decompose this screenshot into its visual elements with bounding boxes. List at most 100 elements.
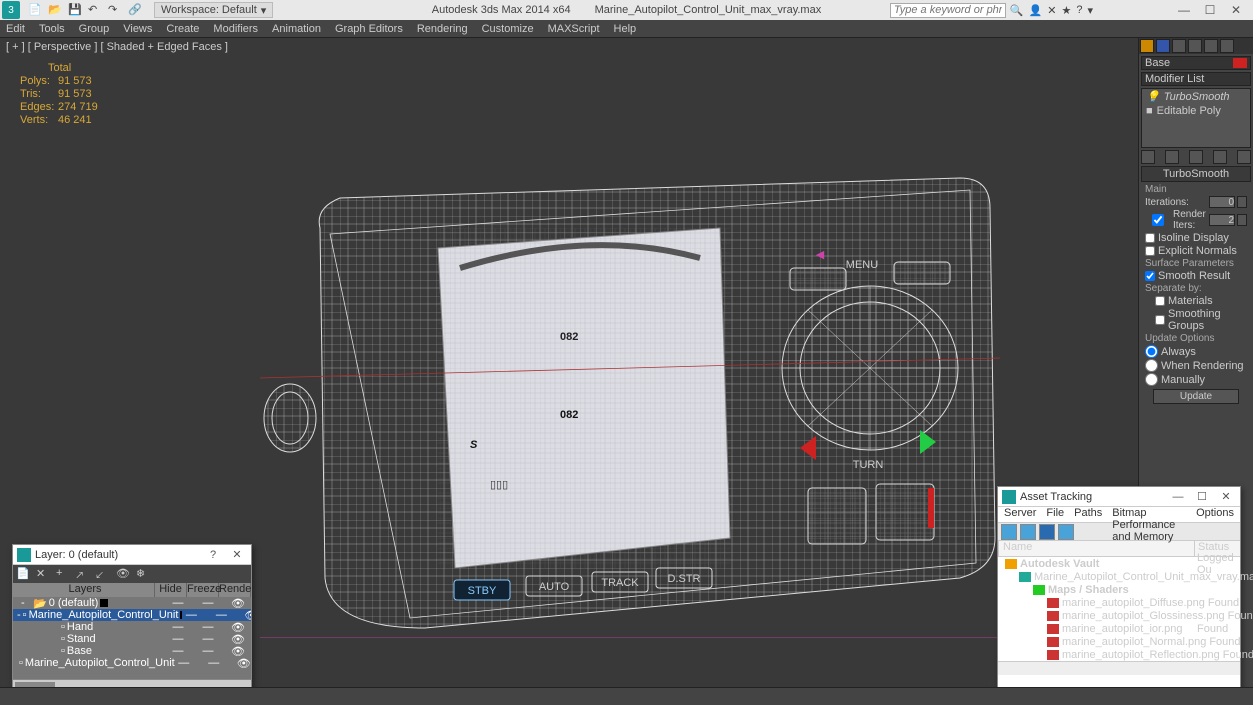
select-highlight-icon[interactable]: 🡕 [76,567,90,581]
pin-stack-icon[interactable] [1141,150,1155,164]
menu-views[interactable]: Views [123,23,152,35]
hide-unhide-icon[interactable]: 👁 [116,567,130,581]
isoline-check[interactable] [1145,233,1155,243]
close-button[interactable]: ✕ [1216,488,1236,506]
add-to-layer-icon[interactable]: + [56,567,70,581]
smoothing-groups-check[interactable] [1155,315,1165,325]
new-layer-icon[interactable]: 📄 [16,567,30,581]
layer-row[interactable]: ▫Stand——👁 [13,633,251,645]
qat-open-icon[interactable]: 📂 [48,3,62,17]
col-render[interactable]: Rende [219,583,251,597]
make-unique-icon[interactable] [1189,150,1203,164]
viewport-label[interactable]: [ + ] [ Perspective ] [ Shaded + Edged F… [6,41,228,53]
panel-help-button[interactable]: ? [203,546,223,564]
layer-row[interactable]: ▫Base——👁 [13,645,251,657]
col-freeze[interactable]: Freeze [187,583,219,597]
object-color-swatch[interactable] [1233,58,1247,68]
menu-group[interactable]: Group [79,23,110,35]
status-icon[interactable] [1020,524,1036,540]
table-view-icon[interactable] [1058,524,1074,540]
refresh-icon[interactable] [1001,524,1017,540]
menu-maxscript[interactable]: MAXScript [548,23,600,35]
asset-row[interactable]: Marine_Autopilot_Control_Unit_max_vray.m… [998,570,1240,583]
asset-row[interactable]: marine_autopilot_Diffuse.pngFound [998,596,1240,609]
menu-create[interactable]: Create [166,23,199,35]
update-button[interactable]: Update [1153,389,1239,404]
layer-row[interactable]: -▫Marine_Autopilot_Control_Unit——👁 [13,609,251,621]
tab-hierarchy[interactable] [1172,39,1186,53]
smooth-result-check[interactable] [1145,271,1155,281]
qat-save-icon[interactable]: 💾 [68,3,82,17]
show-end-result-icon[interactable] [1165,150,1179,164]
menu-animation[interactable]: Animation [272,23,321,35]
tab-motion[interactable] [1188,39,1202,53]
spinner-icon[interactable] [1237,196,1247,208]
qat-link-icon[interactable]: 🔗 [128,3,142,17]
asset-row[interactable]: marine_autopilot_ior.pngFound [998,622,1240,635]
menu-edit[interactable]: Edit [6,23,25,35]
delete-layer-icon[interactable]: ✕ [36,567,50,581]
layer-tree[interactable]: -📂0 (default)——👁-▫Marine_Autopilot_Contr… [13,597,251,679]
freeze-unfreeze-icon[interactable]: ❄ [136,567,150,581]
asset-row[interactable]: marine_autopilot_Normal.pngFound [998,635,1240,648]
signin-icon[interactable]: 👤 [1029,4,1043,17]
object-name-field[interactable]: Base [1141,56,1251,70]
highlight-select-icon[interactable]: 🡗 [96,567,110,581]
minimize-button[interactable]: — [1168,488,1188,506]
tab-display[interactable] [1204,39,1218,53]
materials-check[interactable] [1155,296,1165,306]
menu-modifiers[interactable]: Modifiers [213,23,258,35]
col-hide[interactable]: Hide [155,583,187,597]
tree-view-icon[interactable] [1039,524,1055,540]
asset-row[interactable]: marine_autopilot_Reflection.pngFound [998,648,1240,661]
menu-help[interactable]: Help [614,23,637,35]
modifier-list-dropdown[interactable]: Modifier List [1141,72,1251,86]
search-input[interactable] [890,3,1006,18]
render-iters-check[interactable] [1145,214,1171,226]
help-icon[interactable]: ? [1076,4,1082,17]
help-menu-icon[interactable]: ▾ [1087,4,1093,17]
menu-options[interactable]: Options [1196,507,1234,522]
menu-paths[interactable]: Paths [1074,507,1102,522]
layer-row[interactable]: -📂0 (default)——👁 [13,597,251,609]
manually-radio[interactable] [1145,373,1158,386]
minimize-button[interactable]: — [1171,1,1197,19]
stack-editable-poly[interactable]: ■Editable Poly [1142,104,1250,118]
remove-modifier-icon[interactable] [1213,150,1227,164]
menu-customize[interactable]: Customize [482,23,534,35]
bulb-icon[interactable]: 💡 [1146,90,1160,103]
menu-server[interactable]: Server [1004,507,1036,522]
asset-scrollbar[interactable] [998,661,1240,675]
qat-new-icon[interactable]: 📄 [28,3,42,17]
workspace-selector[interactable]: Workspace: Default ▾ [154,2,273,18]
explicit-check[interactable] [1145,246,1155,256]
tab-modify[interactable] [1156,39,1170,53]
asset-row[interactable]: Autodesk VaultLogged Ou [998,557,1240,570]
app-icon[interactable]: 3 [2,1,20,19]
layer-row[interactable]: ▫Hand——👁 [13,621,251,633]
spinner-icon[interactable] [1237,214,1247,226]
render-iters-input[interactable] [1209,214,1235,226]
col-layers[interactable]: Layers [13,583,155,597]
maximize-button[interactable]: ☐ [1197,1,1223,19]
stack-turbosmooth[interactable]: 💡TurboSmooth [1142,89,1250,104]
modifier-stack[interactable]: 💡TurboSmooth ■Editable Poly [1141,88,1251,148]
rollout-header[interactable]: TurboSmooth [1141,166,1251,182]
qat-undo-icon[interactable]: ↶ [88,3,102,17]
search-icon[interactable]: 🔍 [1010,4,1024,17]
panel-close-button[interactable]: ✕ [227,546,247,564]
maximize-button[interactable]: ☐ [1192,488,1212,506]
qat-redo-icon[interactable]: ↷ [108,3,122,17]
when-rendering-radio[interactable] [1145,359,1158,372]
layer-row[interactable]: ▫Marine_Autopilot_Control_Unit——👁 [13,657,251,669]
always-radio[interactable] [1145,345,1158,358]
menu-graph-editors[interactable]: Graph Editors [335,23,403,35]
menu-rendering[interactable]: Rendering [417,23,468,35]
menu-bitmap[interactable]: Bitmap Performance and Memory [1112,507,1186,522]
exchange-icon[interactable]: ✕ [1047,4,1056,17]
tab-utilities[interactable] [1220,39,1234,53]
menu-tools[interactable]: Tools [39,23,65,35]
asset-row[interactable]: marine_autopilot_Glossiness.pngFound [998,609,1240,622]
configure-sets-icon[interactable] [1237,150,1251,164]
close-button[interactable]: ✕ [1223,1,1249,19]
